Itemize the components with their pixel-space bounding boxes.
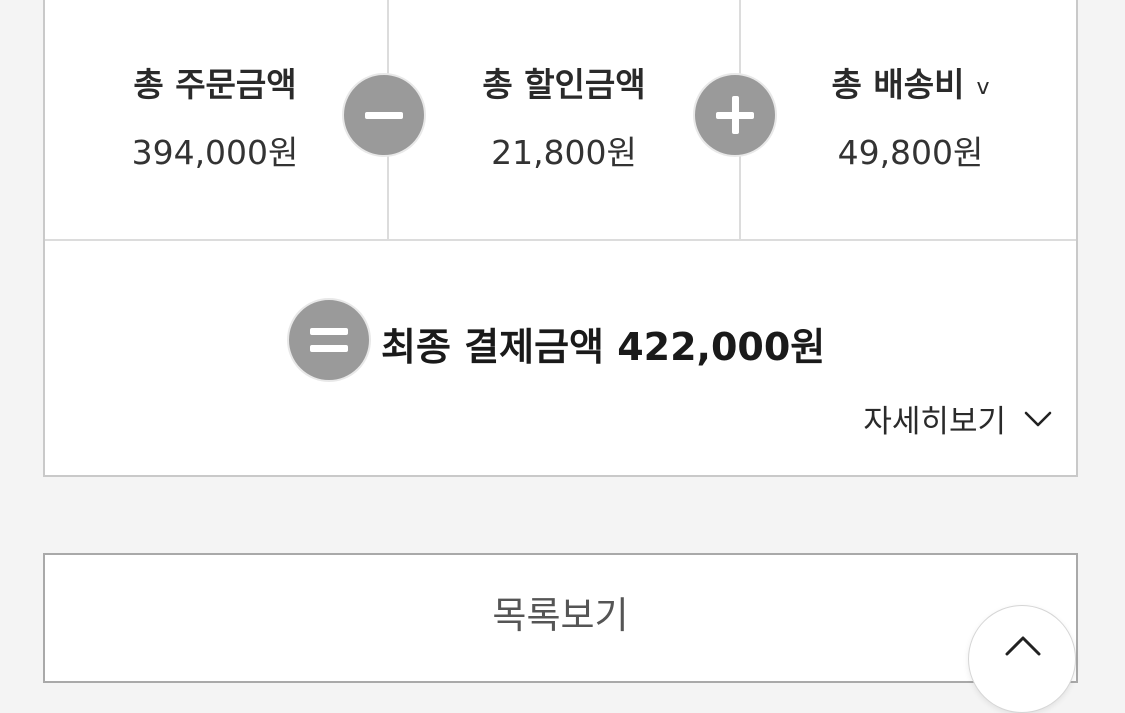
summary-breakdown-row: 총 주문금액 394,000원 총 할인금액 21,800원 총 배송비 v 49… bbox=[45, 0, 1076, 240]
discount-total-label: 총 할인금액 bbox=[482, 65, 646, 104]
shipping-toggle-chevron-icon[interactable]: v bbox=[976, 75, 989, 100]
minus-bar bbox=[365, 112, 403, 119]
list-view-label: 목록보기 bbox=[492, 594, 629, 637]
order-total-label: 총 주문금액 bbox=[133, 65, 297, 104]
discount-total-value: 21,800원 bbox=[491, 133, 637, 172]
order-total-cell: 총 주문금액 394,000원 bbox=[45, 0, 385, 240]
plus-bar-vertical bbox=[732, 96, 739, 134]
equals-bar-top bbox=[310, 328, 348, 335]
row-divider bbox=[45, 239, 1076, 241]
shipping-total-cell[interactable]: 총 배송비 v 49,800원 bbox=[739, 0, 1080, 240]
payment-summary: 총 주문금액 394,000원 총 할인금액 21,800원 총 배송비 v 49… bbox=[43, 0, 1078, 477]
equals-circle-icon bbox=[287, 298, 371, 382]
scroll-top-button[interactable] bbox=[968, 605, 1076, 713]
shipping-total-label: 총 배송비 bbox=[831, 65, 965, 104]
chevron-down-icon bbox=[1024, 411, 1052, 426]
order-total-value: 394,000원 bbox=[131, 133, 299, 172]
shipping-total-value: 49,800원 bbox=[837, 133, 984, 172]
minus-circle-icon bbox=[342, 73, 426, 157]
shipping-total-label-wrap[interactable]: 총 배송비 v bbox=[741, 58, 1080, 106]
plus-circle-icon bbox=[693, 73, 777, 157]
list-view-button[interactable]: 목록보기 bbox=[43, 553, 1078, 683]
final-payment-amount: 최종 결제금액 422,000원 bbox=[381, 325, 826, 369]
detail-toggle-button[interactable]: 자세히보기 bbox=[863, 396, 1052, 441]
arrow-up-icon bbox=[1005, 636, 1041, 656]
equals-bar-bottom bbox=[310, 345, 348, 352]
detail-toggle-label: 자세히보기 bbox=[863, 404, 1006, 440]
discount-total-cell: 총 할인금액 21,800원 bbox=[387, 0, 739, 240]
